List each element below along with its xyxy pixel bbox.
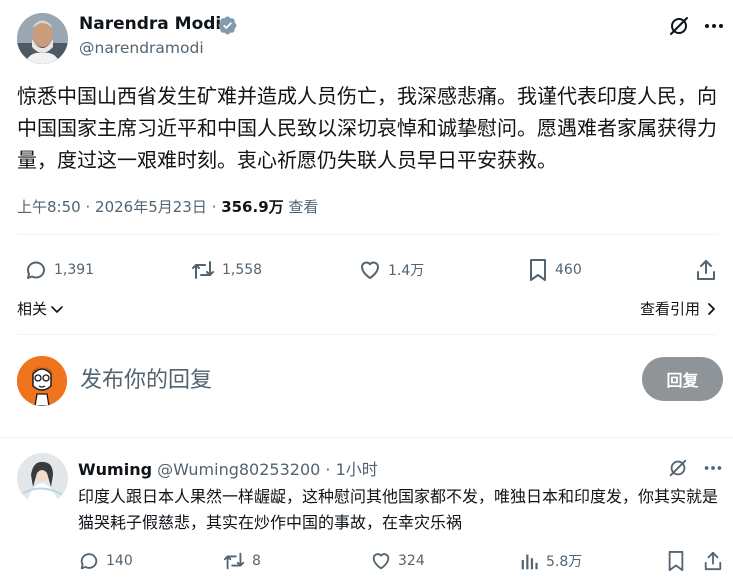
repost-count: 1,558 bbox=[222, 262, 263, 278]
user-avatar[interactable] bbox=[17, 356, 67, 406]
view-count: 356.9万 bbox=[221, 198, 284, 216]
reply-views-count: 5.8万 bbox=[546, 554, 583, 570]
more-icon[interactable] bbox=[702, 457, 724, 479]
meta-separator: · bbox=[85, 198, 91, 216]
share-icon bbox=[697, 260, 715, 280]
reply-input[interactable]: 发布你的回复 bbox=[80, 362, 212, 394]
reply-text: 印度人跟日本人果然一样龌龊，这种慰问其他国家都不发，唯独日本和印度发，你其实就是… bbox=[78, 487, 719, 532]
like-icon bbox=[361, 261, 379, 279]
chevron-down-icon bbox=[51, 305, 63, 313]
reply-author-name[interactable]: Wuming bbox=[78, 460, 152, 479]
share-icon bbox=[704, 551, 722, 571]
reply-repost-action[interactable]: 8 bbox=[222, 548, 261, 574]
tweet-meta: 上午8:50 · 2026年5月23日 · 356.9万 查看 bbox=[17, 196, 318, 217]
author-handle[interactable]: @narendramodi bbox=[79, 39, 204, 57]
reply-views-action[interactable]: 5.8万 bbox=[518, 548, 582, 574]
reply-separator: · bbox=[325, 460, 331, 479]
share-action[interactable] bbox=[695, 256, 723, 284]
meta-separator: · bbox=[211, 198, 217, 216]
like-count: 1.4万 bbox=[388, 263, 425, 279]
tweet-date[interactable]: 2026年5月23日 bbox=[95, 198, 207, 216]
reply-icon bbox=[27, 261, 45, 279]
chevron-right-icon bbox=[708, 302, 715, 315]
reply-share-action[interactable] bbox=[703, 548, 729, 574]
reply-button[interactable]: 回复 bbox=[642, 357, 723, 401]
reply-reply-count: 140 bbox=[106, 553, 133, 569]
grok-icon[interactable] bbox=[667, 457, 689, 479]
like-icon bbox=[372, 553, 390, 570]
view-label[interactable]: 查看 bbox=[288, 198, 318, 216]
reply-author-handle[interactable]: @Wuming80253200 bbox=[157, 460, 320, 479]
repost-action[interactable]: 1,558 bbox=[190, 256, 262, 284]
like-action[interactable]: 1.4万 bbox=[358, 256, 424, 284]
reply-action[interactable]: 1,391 bbox=[24, 256, 94, 284]
divider bbox=[17, 234, 717, 235]
views-icon bbox=[521, 554, 538, 570]
bookmark-count: 460 bbox=[555, 262, 582, 278]
related-toggle[interactable]: 相关 bbox=[17, 298, 65, 319]
divider bbox=[17, 334, 717, 335]
view-quotes-link[interactable]: 查看引用 bbox=[640, 298, 719, 319]
bookmark-icon bbox=[530, 259, 546, 281]
reply-time[interactable]: 1小时 bbox=[336, 460, 378, 479]
reply-like-action[interactable]: 324 bbox=[370, 548, 425, 574]
repost-icon bbox=[223, 552, 245, 570]
bookmark-icon bbox=[668, 551, 684, 571]
reply-author-avatar[interactable] bbox=[17, 453, 68, 504]
grok-icon[interactable] bbox=[667, 14, 691, 38]
more-icon[interactable] bbox=[702, 14, 726, 38]
tweet-time[interactable]: 上午8:50 bbox=[17, 198, 81, 216]
related-label: 相关 bbox=[17, 300, 48, 318]
divider bbox=[0, 437, 733, 438]
reply-icon bbox=[80, 553, 98, 570]
repost-icon bbox=[192, 261, 214, 279]
reply-repost-count: 8 bbox=[252, 553, 261, 569]
bookmark-action[interactable]: 460 bbox=[527, 256, 582, 284]
reply-bookmark-action[interactable] bbox=[666, 548, 692, 574]
reply-like-count: 324 bbox=[398, 553, 425, 569]
reply-count: 1,391 bbox=[54, 262, 95, 278]
verified-badge-icon[interactable] bbox=[217, 15, 238, 36]
quotes-label: 查看引用 bbox=[639, 300, 700, 318]
tweet-text: 惊悉中国山西省发生矿难并造成人员伤亡，我深感悲痛。我谨代表印度人民，向中国国家主… bbox=[17, 84, 717, 172]
author-name[interactable]: Narendra Modi bbox=[79, 14, 221, 34]
author-avatar[interactable] bbox=[17, 13, 68, 64]
reply-reply-action[interactable]: 140 bbox=[78, 548, 133, 574]
reply-header: Wuming @Wuming80253200 · 1小时 bbox=[78, 456, 378, 480]
